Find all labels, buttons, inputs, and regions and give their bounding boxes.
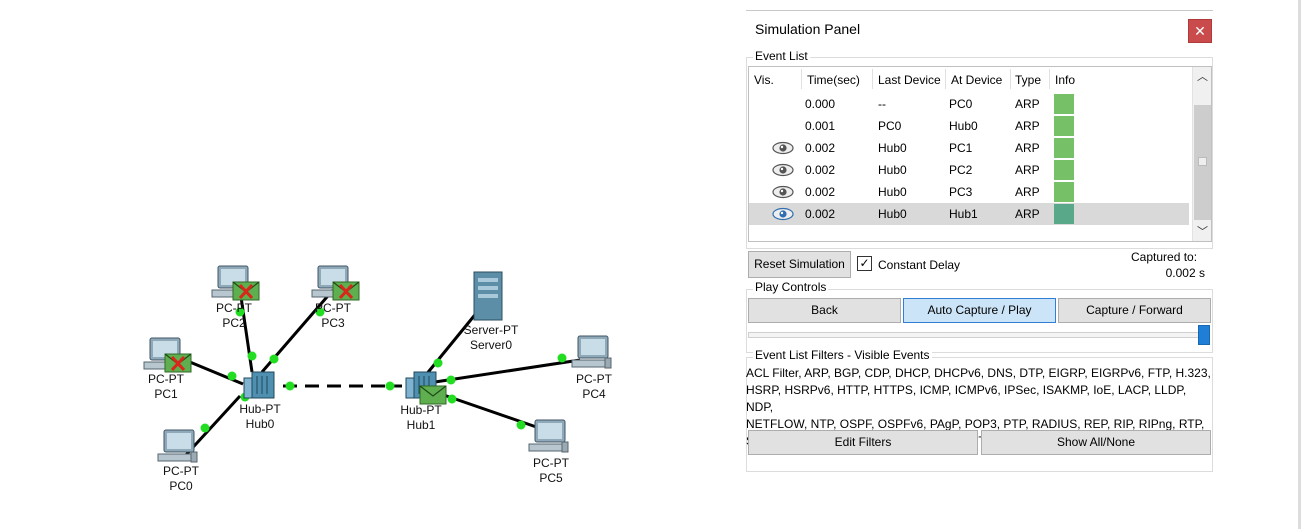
- topology-canvas[interactable]: PC-PT PC0 PC-PT PC1 PC-PT PC2 PC-PT PC3 Hub-…: [0, 0, 745, 529]
- event-cell-time: 0.002: [805, 141, 836, 155]
- device-label-pc4: PC-PT PC4: [576, 372, 612, 401]
- info-box[interactable]: [1054, 138, 1074, 158]
- event-row[interactable]: 0.002 Hub0 PC3 ARP: [749, 181, 1189, 203]
- constant-delay-checkbox[interactable]: ✓: [857, 256, 872, 271]
- event-cell-last: --: [878, 97, 886, 111]
- device-label-server0: Server-PT Server0: [463, 323, 519, 352]
- simulation-panel: Simulation Panel ✕ Event List Vis. Time(…: [746, 10, 1213, 529]
- device-label-hub0: Hub-PT Hub0: [239, 402, 281, 431]
- constant-delay-label: Constant Delay: [878, 258, 961, 272]
- event-cell-last: Hub0: [878, 207, 907, 221]
- info-box[interactable]: [1054, 204, 1074, 224]
- col-at-device[interactable]: At Device: [951, 73, 1002, 87]
- event-cell-type: ARP: [1015, 119, 1040, 133]
- col-vis[interactable]: Vis.: [754, 73, 774, 87]
- col-time[interactable]: Time(sec): [807, 73, 860, 87]
- event-cell-last: Hub0: [878, 185, 907, 199]
- event-cell-at: PC3: [949, 185, 973, 199]
- packet-dropped-icon: [231, 280, 261, 302]
- captured-to-label: Captured to:: [1131, 250, 1198, 264]
- device-label-pc2: PC-PT PC2: [216, 301, 252, 330]
- event-cell-at: PC2: [949, 163, 973, 177]
- packet-dropped-icon: [331, 280, 361, 302]
- device-label-pc0: PC-PT PC0: [163, 464, 199, 493]
- event-cell-last: Hub0: [878, 141, 907, 155]
- event-row[interactable]: 0.002 Hub0 PC1 ARP: [749, 137, 1189, 159]
- background-strip: [1213, 0, 1301, 529]
- event-cell-type: ARP: [1015, 185, 1040, 199]
- event-cell-at: Hub1: [949, 207, 978, 221]
- event-list-title: Event List: [753, 49, 810, 63]
- hub-icon: [243, 371, 275, 399]
- device-label-pc3: PC-PT PC3: [315, 301, 351, 330]
- col-info[interactable]: Info: [1055, 73, 1075, 87]
- edit-filters-button[interactable]: Edit Filters: [748, 430, 978, 455]
- event-cell-time: 0.001: [805, 119, 836, 133]
- packet-dropped-icon: [163, 352, 193, 374]
- event-row[interactable]: 0.002 Hub0 PC2 ARP: [749, 159, 1189, 181]
- eye-icon[interactable]: [772, 185, 794, 199]
- eye-icon[interactable]: [772, 163, 794, 177]
- col-type[interactable]: Type: [1015, 73, 1041, 87]
- info-box[interactable]: [1054, 182, 1074, 202]
- event-cell-time: 0.002: [805, 207, 836, 221]
- event-row[interactable]: 0.002 Hub0 Hub1 ARP: [749, 203, 1189, 225]
- event-cell-at: Hub0: [949, 119, 978, 133]
- event-cell-type: ARP: [1015, 141, 1040, 155]
- close-button[interactable]: ✕: [1188, 19, 1212, 43]
- play-controls-title: Play Controls: [753, 280, 829, 294]
- show-all-none-button[interactable]: Show All/None: [981, 430, 1211, 455]
- topology-links: [143, 265, 612, 463]
- event-row[interactable]: 0.001 PC0 Hub0 ARP: [749, 115, 1189, 137]
- info-box[interactable]: [1054, 160, 1074, 180]
- eye-icon[interactable]: [772, 141, 794, 155]
- packet-envelope-icon: [419, 385, 447, 405]
- panel-title: Simulation Panel: [755, 21, 861, 37]
- event-row[interactable]: 0.000 -- PC0 ARP: [749, 93, 1189, 115]
- event-cell-type: ARP: [1015, 207, 1040, 221]
- event-cell-type: ARP: [1015, 97, 1040, 111]
- pc-icon: [157, 429, 198, 463]
- checkmark-icon: ✓: [859, 256, 870, 270]
- event-list-header: Vis. Time(sec) Last Device At Device Typ…: [749, 67, 1189, 91]
- capture-forward-button[interactable]: Capture / Forward: [1058, 298, 1211, 323]
- scroll-up-icon[interactable]: ︿: [1193, 68, 1211, 86]
- event-cell-time: 0.000: [805, 97, 836, 111]
- pc-icon: [528, 419, 569, 453]
- info-box[interactable]: [1054, 94, 1074, 114]
- info-box[interactable]: [1054, 116, 1074, 136]
- scroll-thumb[interactable]: [1194, 105, 1211, 220]
- event-list-scrollbar[interactable]: ︿ ﹀: [1192, 67, 1211, 241]
- event-cell-type: ARP: [1015, 163, 1040, 177]
- event-cell-at: PC0: [949, 97, 973, 111]
- event-cell-last: Hub0: [878, 163, 907, 177]
- event-cell-at: PC1: [949, 141, 973, 155]
- event-cell-time: 0.002: [805, 163, 836, 177]
- device-label-pc5: PC-PT PC5: [533, 456, 569, 485]
- back-button[interactable]: Back: [748, 298, 901, 323]
- auto-capture-play-button[interactable]: Auto Capture / Play: [903, 298, 1056, 323]
- event-list-table: Vis. Time(sec) Last Device At Device Typ…: [748, 66, 1212, 242]
- device-label-pc1: PC-PT PC1: [148, 372, 184, 401]
- event-cell-last: PC0: [878, 119, 902, 133]
- col-last-device[interactable]: Last Device: [878, 73, 941, 87]
- link-dot: [200, 423, 210, 433]
- play-speed-slider[interactable]: [748, 332, 1202, 338]
- server-icon: [473, 271, 503, 321]
- captured-to-value: 0.002 s: [1165, 266, 1205, 280]
- scroll-down-icon[interactable]: ﹀: [1193, 223, 1211, 241]
- close-icon: ✕: [1194, 23, 1206, 39]
- reset-simulation-button[interactable]: Reset Simulation: [748, 251, 851, 278]
- event-cell-time: 0.002: [805, 185, 836, 199]
- event-filters-title: Event List Filters - Visible Events: [753, 348, 932, 362]
- play-speed-slider-handle[interactable]: [1198, 325, 1210, 345]
- pc-icon: [571, 335, 612, 369]
- device-label-hub1: Hub-PT Hub1: [400, 403, 442, 432]
- eye-icon[interactable]: [772, 207, 794, 221]
